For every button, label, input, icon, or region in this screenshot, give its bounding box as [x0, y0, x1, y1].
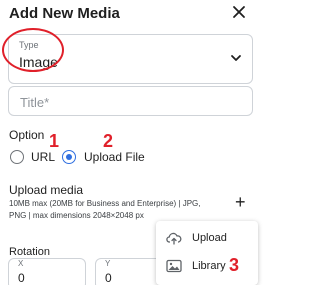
upload-media-heading: Upload media	[9, 183, 84, 197]
close-icon[interactable]	[230, 3, 248, 21]
dialog-header: Add New Media	[8, 0, 253, 26]
rotation-x-input[interactable]: X 0	[8, 258, 86, 285]
upload-media-description: 10MB max (20MB for Business and Enterpri…	[9, 198, 209, 222]
dialog-title: Add New Media	[9, 5, 120, 22]
radio-upload-file-label[interactable]: Upload File	[84, 150, 145, 164]
radio-url[interactable]	[10, 150, 24, 164]
menu-item-upload-label: Upload	[192, 232, 227, 244]
rotation-heading: Rotation	[9, 246, 50, 258]
rotation-x-value: 0	[18, 271, 25, 285]
title-input-placeholder: Title*	[20, 95, 50, 110]
radio-upload-file[interactable]	[62, 150, 76, 164]
title-input[interactable]: Title*	[8, 86, 253, 116]
option-heading: Option	[9, 128, 45, 142]
rotation-y-label: Y	[105, 259, 111, 268]
annotation-number-2: 2	[103, 131, 114, 151]
menu-item-library-label: Library	[192, 260, 226, 272]
annotation-number-3: 3	[229, 255, 240, 275]
menu-item-upload[interactable]: Upload	[156, 225, 258, 253]
annotation-number-1: 1	[49, 131, 60, 151]
chevron-down-icon	[231, 55, 241, 61]
upload-source-menu: Upload Library	[156, 221, 258, 285]
plus-icon[interactable]: +	[235, 193, 246, 211]
rotation-x-label: X	[18, 259, 24, 268]
upload-desc-line-1: 10MB max (20MB for Business and Enterpri…	[9, 199, 201, 208]
annotation-ellipse	[2, 28, 64, 72]
rotation-y-value: 0	[105, 271, 112, 285]
menu-item-library[interactable]: Library	[156, 253, 258, 281]
radio-url-label[interactable]: URL	[31, 150, 55, 164]
image-icon	[166, 259, 182, 273]
cloud-upload-icon	[166, 232, 182, 245]
